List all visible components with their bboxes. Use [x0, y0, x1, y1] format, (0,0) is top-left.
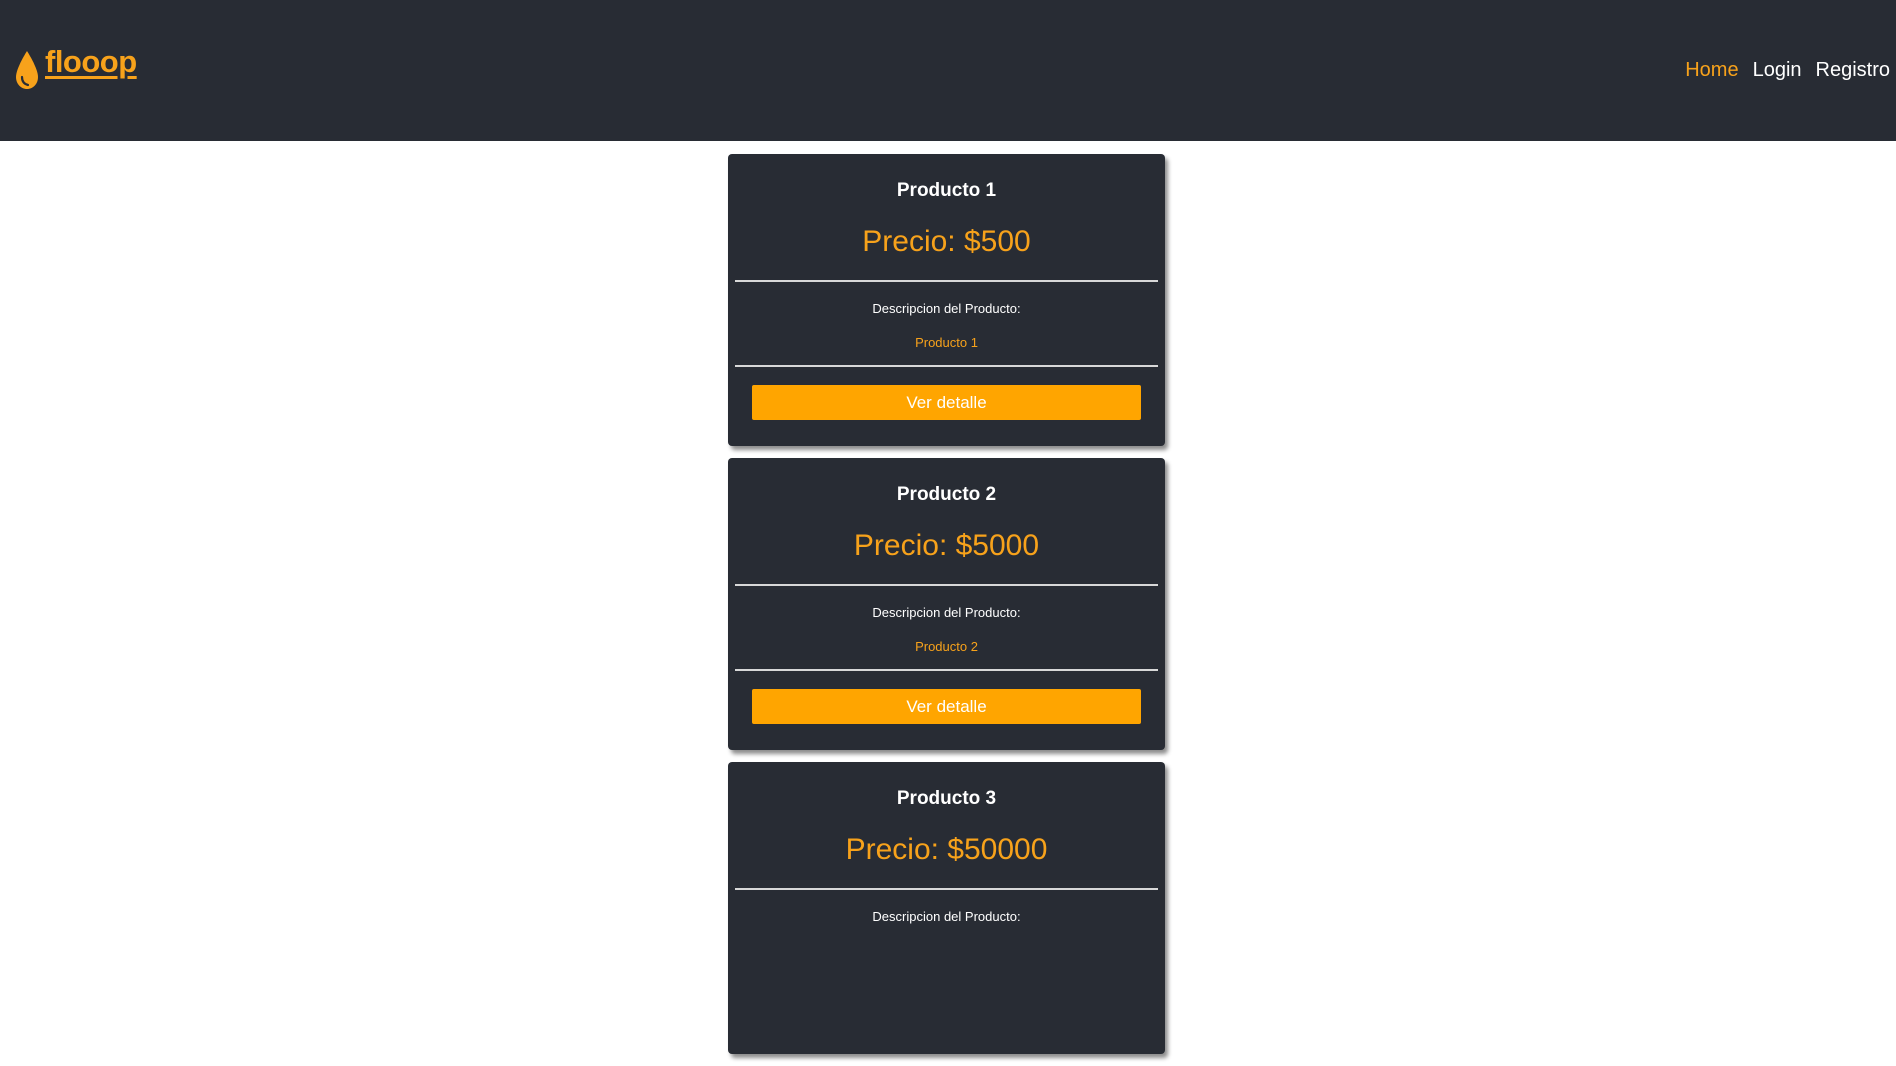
product-description-value: Producto 2	[915, 639, 978, 654]
product-description-value: Producto 1	[915, 335, 978, 350]
divider	[735, 584, 1158, 586]
divider	[735, 669, 1158, 671]
nav-login-link[interactable]: Login	[1753, 56, 1802, 84]
product-title: Producto 3	[896, 788, 997, 809]
product-price: Precio: $50000	[845, 833, 1048, 866]
ver-detalle-button[interactable]: Ver detalle	[752, 689, 1141, 724]
divider	[735, 365, 1158, 367]
ver-detalle-button[interactable]: Ver detalle	[752, 385, 1141, 420]
divider	[735, 280, 1158, 282]
divider	[735, 888, 1158, 890]
nav-registro-link[interactable]: Registro	[1816, 56, 1890, 84]
brand-logo[interactable]: flooop	[14, 44, 137, 89]
product-title: Producto 2	[896, 484, 997, 505]
product-price: Precio: $5000	[853, 529, 1040, 562]
product-card: Producto 1 Precio: $500 Descripcion del …	[728, 154, 1165, 446]
product-description-label: Descripcion del Producto:	[872, 909, 1021, 924]
product-title: Producto 1	[896, 180, 997, 201]
product-description-label: Descripcion del Producto:	[872, 301, 1021, 316]
product-card: Producto 2 Precio: $5000 Descripcion del…	[728, 458, 1165, 750]
nav-home-link[interactable]: Home	[1685, 56, 1738, 84]
product-description-label: Descripcion del Producto:	[872, 605, 1021, 620]
navbar: flooop Home Login Registro	[0, 0, 1896, 141]
product-price: Precio: $500	[862, 225, 1031, 258]
nav-links: Home Login Registro	[1685, 56, 1890, 84]
product-card: Producto 3 Precio: $50000 Descripcion de…	[728, 762, 1165, 1054]
product-list: Producto 1 Precio: $500 Descripcion del …	[728, 154, 1165, 1066]
brand-name: flooop	[45, 44, 137, 79]
water-drop-icon	[16, 51, 38, 89]
